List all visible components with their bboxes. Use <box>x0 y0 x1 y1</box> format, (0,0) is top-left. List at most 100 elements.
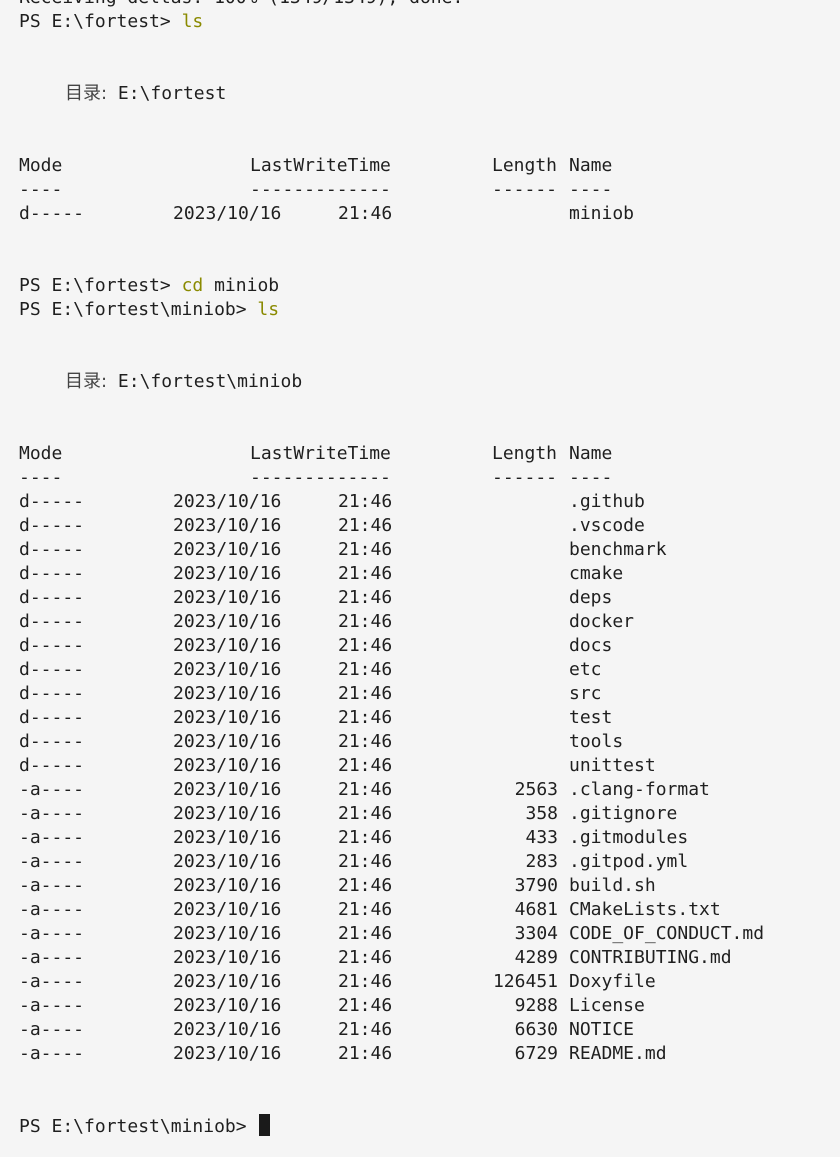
cell-length: 4681 <box>514 899 558 920</box>
table-row: -a---- 2023/10/16 21:46 433 .gitmodules <box>19 826 834 850</box>
cell-name: .gitmodules <box>569 827 689 848</box>
cell-length: 4289 <box>514 947 558 968</box>
header-mode: Mode <box>19 155 63 176</box>
separator-lastwrite: ------------- <box>250 179 391 200</box>
table-row: d----- 2023/10/16 21:46 unittest <box>19 754 834 778</box>
table-row: d----- 2023/10/16 21:46 miniob <box>19 202 834 226</box>
directory-heading: 目录: E:\fortest <box>19 82 834 106</box>
separator-lastwrite: ------------- <box>250 467 391 488</box>
cell-mode: d----- <box>19 707 85 728</box>
prompt-line: PS E:\fortest> cd miniob <box>19 274 834 298</box>
table-row: d----- 2023/10/16 21:46 benchmark <box>19 538 834 562</box>
cell-time: 21:46 <box>338 563 393 584</box>
cell-time: 21:46 <box>338 731 393 752</box>
directory-listing: d----- 2023/10/16 21:46 .github d----- 2023/1… <box>19 490 834 1066</box>
cell-mode: -a---- <box>19 971 85 992</box>
prompt-line[interactable]: PS E:\fortest\miniob> <box>19 1114 834 1138</box>
table-row: -a---- 2023/10/16 21:46 6630 NOTICE <box>19 1018 834 1042</box>
cell-time: 21:46 <box>338 515 393 536</box>
directory-label: 目录: <box>65 83 108 104</box>
cell-mode: -a---- <box>19 899 85 920</box>
cell-mode: d----- <box>19 203 85 224</box>
cell-time: 21:46 <box>338 203 393 224</box>
cell-time: 21:46 <box>338 659 393 680</box>
directory-label: 目录: <box>65 371 108 392</box>
table-row: -a---- 2023/10/16 21:46 2563 .clang-format <box>19 778 834 802</box>
cell-mode: -a---- <box>19 803 85 824</box>
cell-time: 21:46 <box>338 827 393 848</box>
directory-path: E:\fortest\miniob <box>117 371 303 392</box>
cell-length: 358 <box>525 803 558 824</box>
cell-name: etc <box>569 659 602 680</box>
cell-date: 2023/10/16 <box>173 731 282 752</box>
cell-length: 2563 <box>514 779 558 800</box>
cell-mode: d----- <box>19 587 85 608</box>
command-text: ls <box>257 299 280 320</box>
cell-time: 21:46 <box>338 587 393 608</box>
terminal-output: Receiving deltas: 100% (1349/1349), done… <box>19 0 834 1138</box>
cell-name: build.sh <box>569 875 656 896</box>
cell-time: 21:46 <box>338 635 393 656</box>
cell-time: 21:46 <box>338 755 393 776</box>
cell-mode: d----- <box>19 515 85 536</box>
cell-name: README.md <box>569 1043 667 1064</box>
cell-name: CMakeLists.txt <box>569 899 721 920</box>
cell-name: NOTICE <box>569 1019 635 1040</box>
cell-mode: -a---- <box>19 995 85 1016</box>
cell-mode: -a---- <box>19 827 85 848</box>
table-row: d----- 2023/10/16 21:46 .vscode <box>19 514 834 538</box>
prompt-text: PS E:\fortest\miniob> <box>19 1116 247 1137</box>
cell-mode: d----- <box>19 683 85 704</box>
cell-date: 2023/10/16 <box>173 875 282 896</box>
cell-time: 21:46 <box>338 683 393 704</box>
cell-date: 2023/10/16 <box>173 203 282 224</box>
cell-length: 3790 <box>514 875 558 896</box>
cell-date: 2023/10/16 <box>173 827 282 848</box>
cell-date: 2023/10/16 <box>173 635 282 656</box>
header-length: Length <box>492 443 558 464</box>
listing-header: Mode LastWriteTime Length Name <box>19 442 834 466</box>
cell-date: 2023/10/16 <box>173 707 282 728</box>
cell-length: 283 <box>525 851 558 872</box>
table-row: -a---- 2023/10/16 21:46 4681 CMakeLists.txt <box>19 898 834 922</box>
cell-name: miniob <box>569 203 635 224</box>
table-row: -a---- 2023/10/16 21:46 3304 CODE_OF_CONDUCT… <box>19 922 834 946</box>
table-row: d----- 2023/10/16 21:46 .github <box>19 490 834 514</box>
cell-time: 21:46 <box>338 803 393 824</box>
cell-time: 21:46 <box>338 947 393 968</box>
cell-name: docker <box>569 611 635 632</box>
cell-name: CODE_OF_CONDUCT.md <box>569 923 765 944</box>
terminal-window[interactable]: { "top_partial_line": "Receiving deltas:… <box>0 0 840 1157</box>
cell-time: 21:46 <box>338 875 393 896</box>
header-name: Name <box>569 443 613 464</box>
separator-name: ---- <box>569 467 613 488</box>
table-row: d----- 2023/10/16 21:46 etc <box>19 658 834 682</box>
listing-header-separator: ---- ------------- ------ ---- <box>19 466 834 490</box>
header-length: Length <box>492 155 558 176</box>
cell-date: 2023/10/16 <box>173 659 282 680</box>
cell-name: .vscode <box>569 515 645 536</box>
cell-mode: -a---- <box>19 875 85 896</box>
cell-date: 2023/10/16 <box>173 755 282 776</box>
cell-name: src <box>569 683 602 704</box>
cell-name: .gitpod.yml <box>569 851 689 872</box>
cell-date: 2023/10/16 <box>173 1019 282 1040</box>
cell-name: benchmark <box>569 539 667 560</box>
cell-mode: d----- <box>19 659 85 680</box>
table-row: -a---- 2023/10/16 21:46 283 .gitpod.yml <box>19 850 834 874</box>
table-row: d----- 2023/10/16 21:46 test <box>19 706 834 730</box>
directory-heading: 目录: E:\fortest\miniob <box>19 370 834 394</box>
listing-header-separator: ---- ------------- ------ ---- <box>19 178 834 202</box>
cell-name: License <box>569 995 645 1016</box>
listing-header: Mode LastWriteTime Length Name <box>19 154 834 178</box>
cell-name: deps <box>569 587 613 608</box>
table-row: d----- 2023/10/16 21:46 tools <box>19 730 834 754</box>
cell-name: Doxyfile <box>569 971 656 992</box>
header-lastwrite: LastWriteTime <box>250 443 391 464</box>
command-argument: miniob <box>214 275 280 296</box>
table-row: d----- 2023/10/16 21:46 docs <box>19 634 834 658</box>
cell-length: 126451 <box>492 971 558 992</box>
cell-length: 3304 <box>514 923 558 944</box>
cell-date: 2023/10/16 <box>173 1043 282 1064</box>
text-cursor[interactable] <box>259 1114 271 1136</box>
